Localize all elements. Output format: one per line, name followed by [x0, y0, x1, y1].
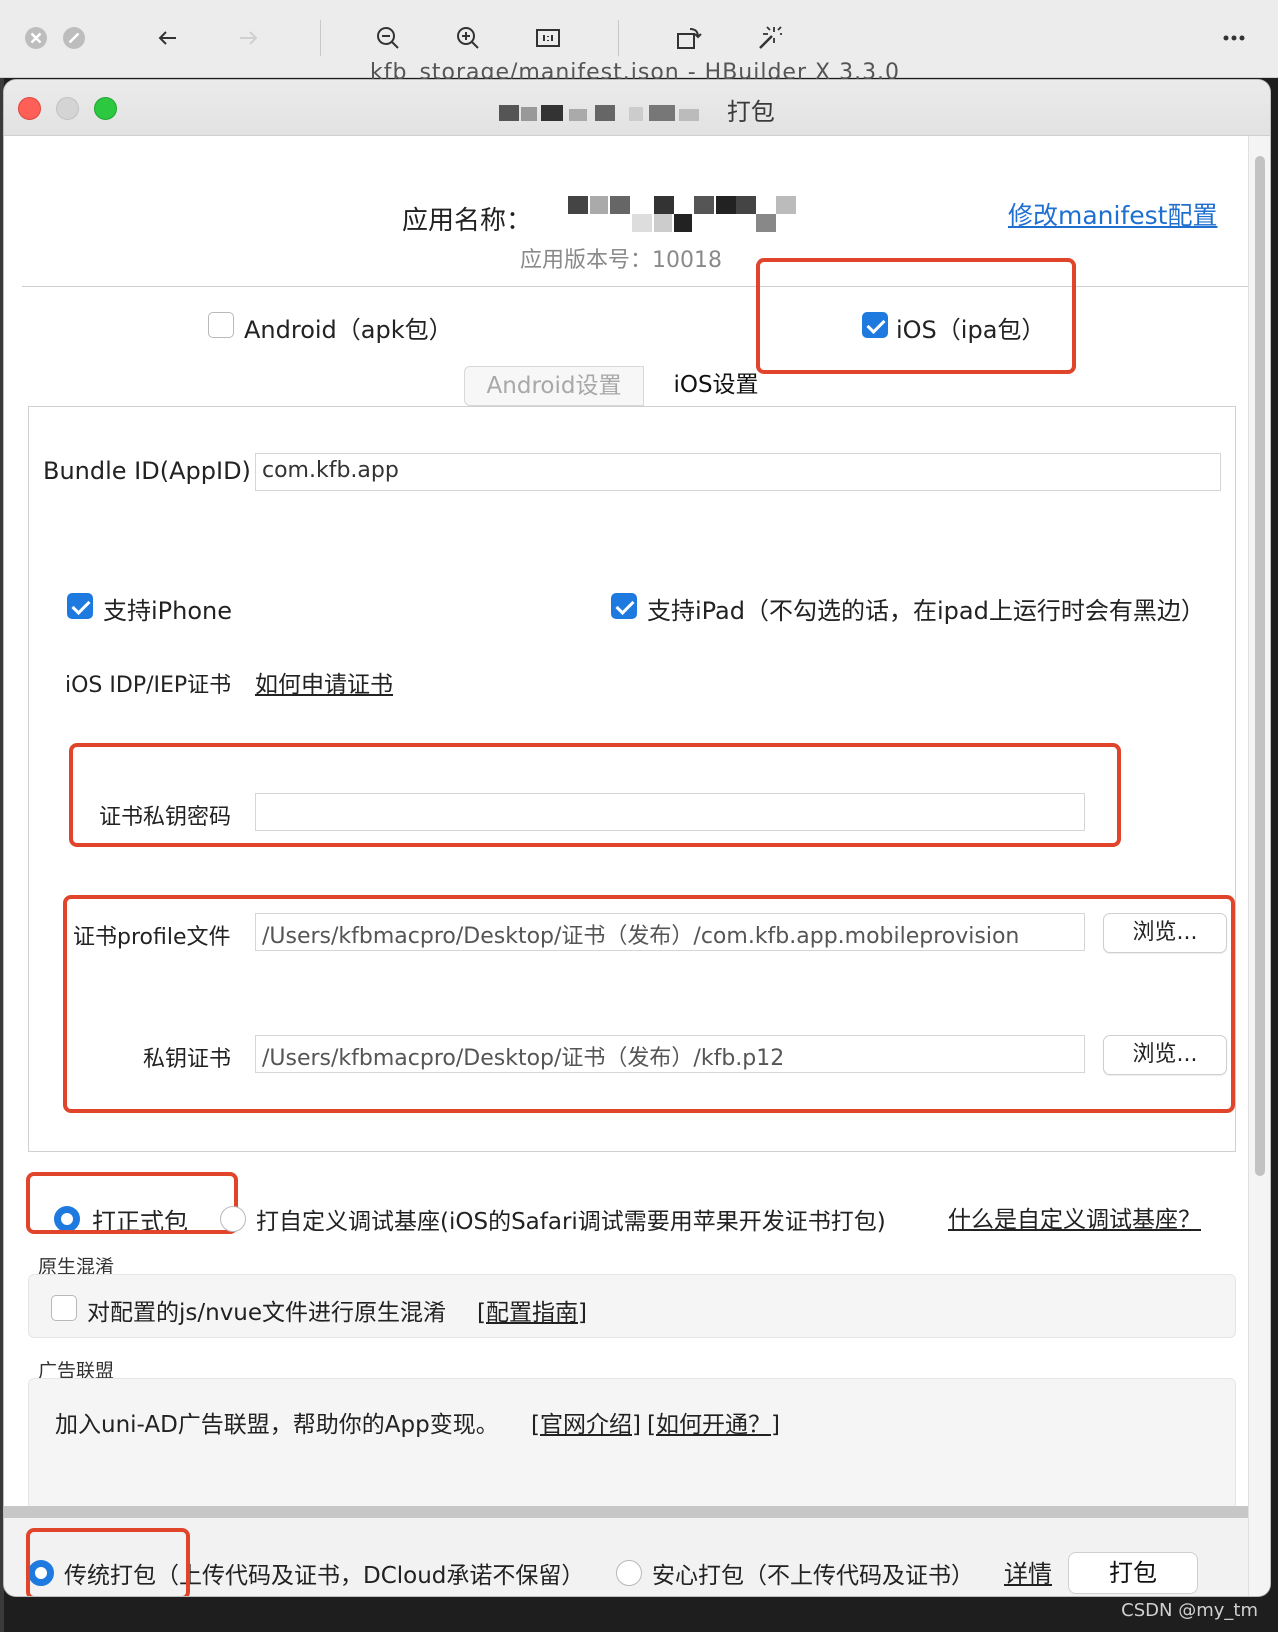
- window-title: 打包: [4, 92, 1270, 127]
- close-circle-icon[interactable]: [18, 20, 54, 56]
- packaging-bar: 传统打包（上传代码及证书，DCloud承诺不保留） 安心打包（不上传代码及证书）…: [4, 1506, 1248, 1596]
- scrollbar-thumb[interactable]: [1255, 156, 1265, 1176]
- obfuscation-guide-link[interactable]: [配置指南]: [477, 1293, 587, 1327]
- ads-intro-link[interactable]: [官网介绍]: [531, 1405, 641, 1439]
- csdn-watermark: CSDN @my_tm: [1121, 1600, 1258, 1621]
- more-icon[interactable]: [1216, 20, 1252, 56]
- zoom-in-icon[interactable]: [450, 20, 486, 56]
- minimize-circle-icon[interactable]: [56, 20, 92, 56]
- rotate-icon[interactable]: [670, 20, 706, 56]
- edit-manifest-link[interactable]: 修改manifest配置: [1008, 196, 1217, 232]
- ads-box: 加入uni-AD广告联盟，帮助你的App变现。 [官网介绍] [如何开通？]: [28, 1378, 1236, 1510]
- pack-dialog: 打包 应用名称： 修改manifest配置 应用版本号：10018 Androi…: [4, 80, 1270, 1596]
- support-ipad-label: 支持iPad（不勾选的话，在ipad上运行时会有黑边）: [647, 597, 1205, 625]
- bundle-id-input[interactable]: com.kfb.app: [255, 453, 1221, 491]
- safe-pack-label: 安心打包（不上传代码及证书）: [652, 1563, 974, 1589]
- pack-button[interactable]: 打包: [1068, 1552, 1198, 1594]
- bundle-id-label: Bundle ID(AppID): [43, 457, 251, 485]
- how-to-apply-cert-link[interactable]: 如何申请证书: [255, 665, 393, 699]
- android-checkbox[interactable]: [208, 312, 234, 338]
- tab-ios-settings[interactable]: iOS设置: [646, 366, 786, 406]
- custom-base-radio[interactable]: [220, 1206, 246, 1232]
- support-ipad-checkbox[interactable]: [611, 593, 637, 619]
- forward-arrow-icon: [230, 20, 266, 56]
- dialog-content: 应用名称： 修改manifest配置 应用版本号：10018 Android（a…: [4, 136, 1248, 1510]
- actual-size-icon[interactable]: [530, 20, 566, 56]
- cert-title: iOS IDP/IEP证书: [65, 673, 232, 698]
- zoom-out-icon[interactable]: [370, 20, 406, 56]
- window-title-text: 打包: [726, 98, 775, 126]
- support-iphone-label: 支持iPhone: [103, 597, 233, 625]
- obfuscation-box: 对配置的js/nvue文件进行原生混淆 [配置指南]: [28, 1274, 1236, 1338]
- viewer-title: kfb_storage/manifest.json - HBuilder X 3…: [370, 60, 901, 80]
- redacted-title-icon: [499, 105, 700, 121]
- details-link[interactable]: 详情: [1004, 1554, 1052, 1589]
- highlight-box-password: [69, 743, 1121, 847]
- custom-base-label: 打自定义调试基座(iOS的Safari调试需要用苹果开发证书打包): [256, 1209, 886, 1235]
- highlight-box-ios: [756, 258, 1076, 374]
- obfuscation-checkbox[interactable]: [51, 1295, 77, 1321]
- app-name-label: 应用名称：: [402, 206, 533, 236]
- redacted-app-name-icon: [568, 196, 796, 232]
- horizontal-scrollbar[interactable]: [4, 1506, 1248, 1518]
- ads-text: 加入uni-AD广告联盟，帮助你的App变现。: [55, 1412, 499, 1438]
- toolbar-divider: [320, 20, 321, 56]
- ios-settings-panel: Bundle ID(AppID) com.kfb.app 支持iPhone 支持…: [28, 406, 1236, 1152]
- viewer-toolbar: kfb_storage/manifest.json - HBuilder X 3…: [0, 0, 1278, 80]
- vertical-scrollbar[interactable]: [1248, 136, 1270, 1596]
- support-iphone-checkbox[interactable]: [67, 593, 93, 619]
- tab-android-settings[interactable]: Android设置: [464, 366, 644, 406]
- back-arrow-icon[interactable]: [150, 20, 186, 56]
- toolbar-divider: [618, 20, 619, 56]
- custom-base-help-link[interactable]: 什么是自定义调试基座？: [948, 1200, 1201, 1234]
- obfuscation-label: 对配置的js/nvue文件进行原生混淆: [87, 1300, 447, 1326]
- android-label: Android（apk包）: [244, 316, 453, 344]
- highlight-box-cert-files: [63, 895, 1235, 1113]
- magic-wand-icon[interactable]: [750, 20, 786, 56]
- safe-pack-radio[interactable]: [616, 1560, 642, 1586]
- app-version: 应用版本号：10018: [520, 248, 722, 273]
- highlight-box-traditional: [26, 1528, 190, 1596]
- highlight-box-release: [26, 1172, 238, 1234]
- ads-how-to-link[interactable]: [如何开通？]: [647, 1405, 780, 1439]
- window-titlebar: 打包: [4, 80, 1270, 136]
